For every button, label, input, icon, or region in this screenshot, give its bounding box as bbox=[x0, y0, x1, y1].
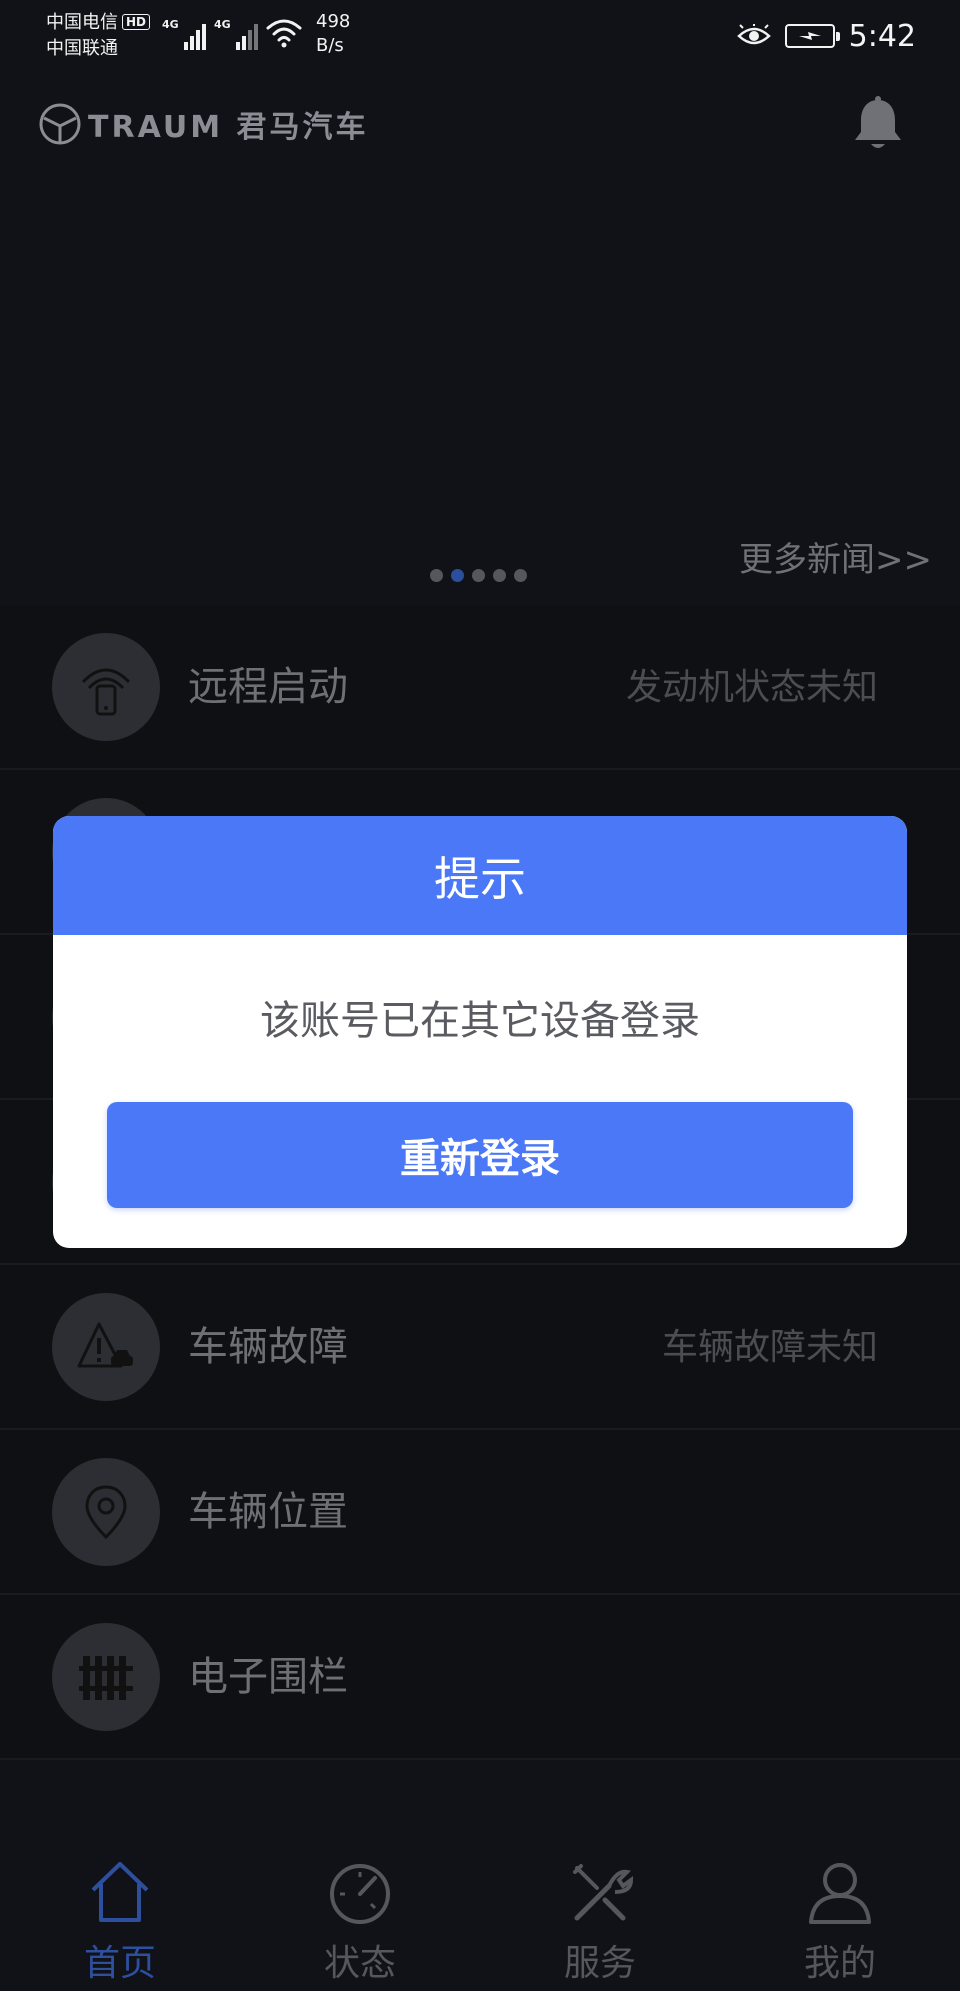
dialog-message: 该账号已在其它设备登录 bbox=[260, 998, 700, 1044]
alert-dialog: 提示 该账号已在其它设备登录 重新登录 bbox=[53, 816, 907, 1248]
dialog-title: 提示 bbox=[53, 816, 907, 935]
app-screen: 中国电信 HD 中国联通 4G 4G 498 B/s 5:42 TRAUM 君马… bbox=[0, 0, 960, 1991]
modal-overlay: 提示 该账号已在其它设备登录 重新登录 bbox=[0, 0, 960, 1991]
relogin-button[interactable]: 重新登录 bbox=[107, 1102, 853, 1208]
